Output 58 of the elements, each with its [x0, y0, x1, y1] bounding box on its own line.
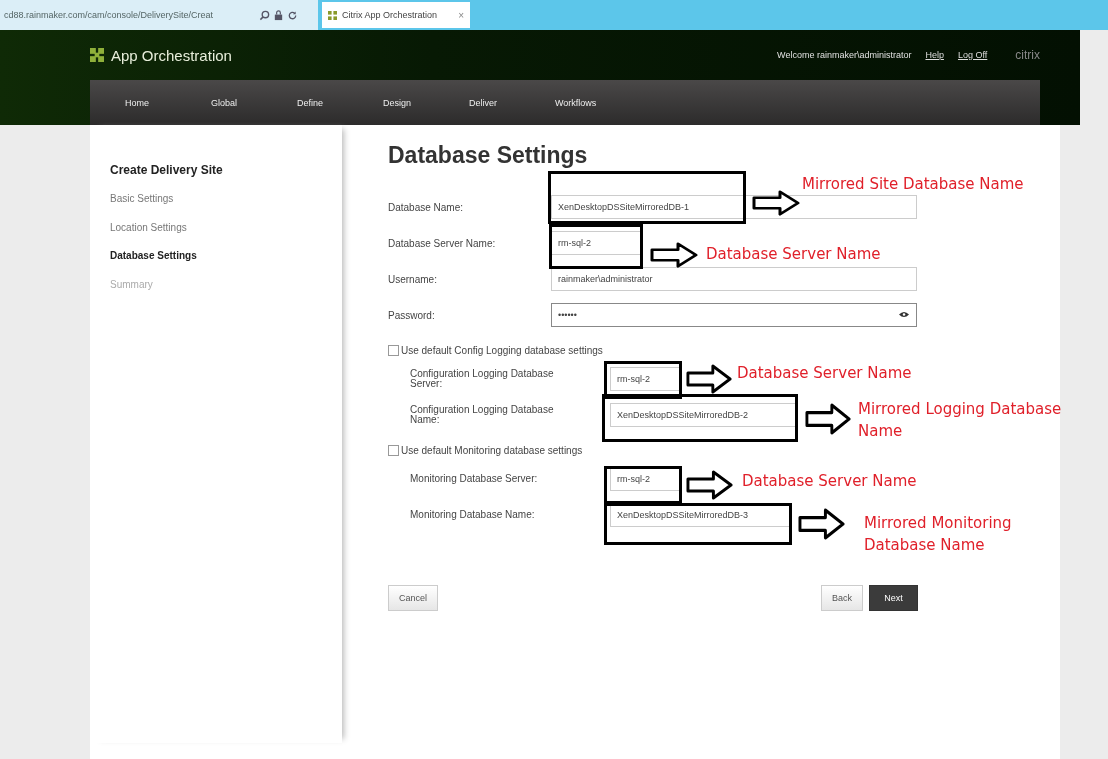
nav-item[interactable]: Workflows	[555, 97, 641, 108]
nav-item[interactable]: Global	[211, 97, 297, 108]
eye-icon[interactable]	[899, 311, 909, 318]
field-label: Database Server Name:	[388, 237, 497, 249]
checkbox[interactable]	[388, 344, 399, 356]
field-label: Password:	[388, 309, 436, 321]
grid-icon	[328, 10, 337, 20]
next-button[interactable]: Next	[869, 585, 918, 611]
close-icon[interactable]: ×	[458, 9, 464, 21]
arrow-icon	[650, 242, 698, 268]
header-link[interactable]: Help	[925, 50, 944, 60]
annotation-text: Mirrored Site Database Name	[802, 174, 1024, 195]
refresh-icon[interactable]	[287, 9, 298, 21]
browser-tab[interactable]: Citrix App Orchestration ×	[322, 2, 470, 28]
field-label: Database Name:	[388, 201, 465, 213]
nav-item[interactable]: Design	[383, 97, 469, 108]
nav-item[interactable]: Define	[297, 97, 383, 108]
back-button[interactable]: Back	[821, 585, 863, 611]
field-label: Monitoring Database Name:	[410, 510, 536, 520]
field-label: Configuration Logging Database Name:	[410, 405, 555, 425]
arrow-icon	[805, 403, 851, 435]
input-field[interactable]: rm-sql-2	[551, 231, 643, 255]
checkbox[interactable]	[388, 444, 399, 456]
annotation-text: Database Server Name	[742, 471, 917, 492]
arrow-icon	[686, 364, 732, 394]
annotation-text: Database Server Name	[737, 363, 912, 384]
step-item[interactable]: Location Settings	[110, 221, 342, 250]
step-item[interactable]: Database Settings	[110, 250, 342, 279]
welcome-text: Welcome rainmaker\administrator	[777, 50, 912, 60]
field-label: Username:	[388, 273, 438, 285]
lock-icon	[273, 9, 284, 21]
annotation-text: Mirrored Monitoring Database Name	[864, 513, 1013, 556]
arrow-icon	[752, 190, 800, 216]
app-title: App Orchestration	[111, 46, 232, 64]
sidebar-title: Create Delivery Site	[110, 163, 224, 177]
arrow-icon	[686, 470, 733, 500]
header-link[interactable]: Log Off	[957, 50, 988, 60]
nav-item[interactable]: Home	[125, 97, 211, 108]
input-field[interactable]: rm-sql-2	[610, 367, 680, 391]
nav-item[interactable]: Deliver	[469, 97, 555, 108]
field-label: Monitoring Database Server:	[410, 474, 539, 484]
annotation-text: Database Server Name	[706, 244, 881, 265]
checkbox-label[interactable]: Use default Monitoring database settings	[401, 444, 583, 456]
field-label: Configuration Logging Database Server:	[410, 369, 555, 389]
step-item[interactable]: Basic Settings	[110, 193, 342, 222]
input-field[interactable]: rainmaker\administrator	[551, 267, 917, 291]
search-icon[interactable]	[259, 9, 270, 21]
password-field[interactable]: ••••••	[551, 303, 917, 327]
arrow-icon	[798, 508, 845, 540]
checkbox-label[interactable]: Use default Config Logging database settings	[401, 344, 603, 356]
cancel-button[interactable]: Cancel	[388, 585, 438, 611]
input-field[interactable]: XenDesktopDSSiteMirroredDB-1	[551, 195, 917, 219]
brand-logo: citrix	[1015, 48, 1040, 62]
page-title: Database Settings	[388, 141, 589, 170]
grid-icon	[90, 48, 104, 62]
input-field[interactable]: XenDesktopDSSiteMirroredDB-2	[610, 403, 797, 427]
input-field[interactable]: rm-sql-2	[610, 467, 680, 491]
annotation-text: Mirrored Logging Database Name	[858, 399, 1063, 442]
